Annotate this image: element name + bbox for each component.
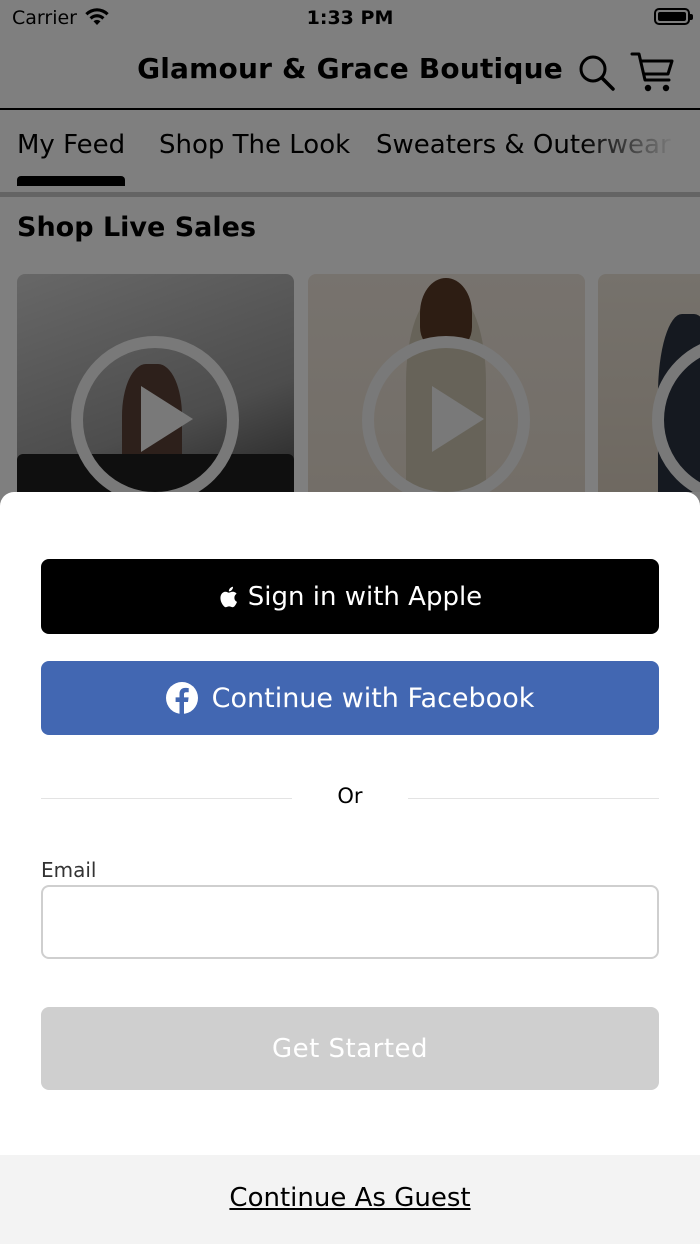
sign-in-with-apple-button[interactable]: Sign in with Apple — [41, 559, 659, 634]
facebook-button-label: Continue with Facebook — [211, 682, 535, 714]
or-separator: Or — [337, 784, 363, 808]
apple-button-label: Sign in with Apple — [247, 581, 483, 612]
email-field[interactable] — [41, 885, 659, 959]
divider-right — [408, 798, 659, 799]
guest-bar: Continue As Guest — [0, 1155, 700, 1244]
get-started-button[interactable]: Get Started — [41, 1007, 659, 1090]
email-label: Email — [41, 858, 97, 882]
get-started-label: Get Started — [271, 1033, 429, 1064]
continue-as-guest-link[interactable]: Continue As Guest — [0, 1183, 700, 1213]
divider-left — [41, 798, 292, 799]
sign-in-sheet: Sign in with Apple Continue with Faceboo… — [0, 492, 700, 1244]
facebook-icon — [165, 682, 198, 714]
apple-icon — [220, 586, 237, 607]
continue-with-facebook-button[interactable]: Continue with Facebook — [41, 661, 659, 735]
